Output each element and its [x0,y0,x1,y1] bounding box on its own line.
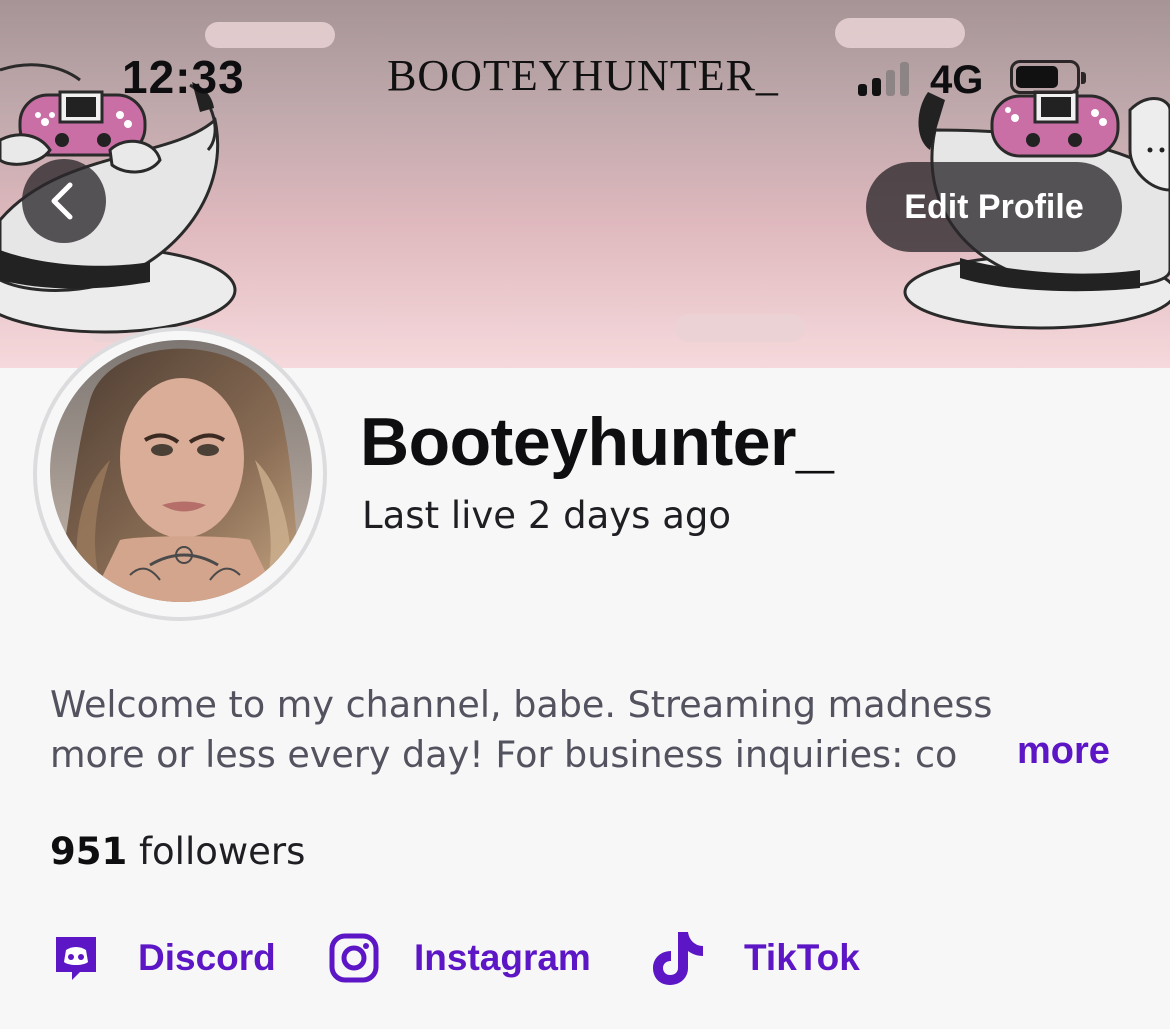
chevron-left-icon [51,182,73,220]
battery-icon [1010,60,1086,94]
social-link-discord[interactable]: Discord [50,928,276,988]
follower-count[interactable]: 951 followers [50,830,305,873]
bio-more-link[interactable]: more [1017,730,1110,773]
status-page-title: BOOTEYHUNTER_ [0,50,1170,101]
social-link-label: Instagram [414,937,591,978]
bio-line-2: more or less every day! For business inq… [50,733,958,776]
channel-display-name: Booteyhunter_ [360,404,834,480]
social-link-tiktok[interactable]: TikTok [650,928,860,988]
edit-profile-button[interactable]: Edit Profile [866,162,1122,252]
tiktok-icon [653,932,703,985]
instagram-icon [329,933,379,983]
discord-icon [56,937,96,980]
channel-banner: 12:33 BOOTEYHUNTER_ 4G Edit Profile [0,0,1170,368]
follower-count-number: 951 [50,830,128,873]
last-live-status: Last live 2 days ago [362,494,732,537]
avatar[interactable] [50,340,312,602]
bio-line-2-container: more or less every day! For business inq… [50,730,1130,780]
cellular-signal-icon [858,60,914,96]
avatar-photo [50,340,312,602]
follower-count-label: followers [139,830,306,873]
status-title-text: BOOTEYHUNTER_ [387,51,779,100]
back-button[interactable] [22,159,106,243]
channel-bio: Welcome to my channel, babe. Streaming m… [50,680,1130,780]
social-link-instagram[interactable]: Instagram [328,928,591,988]
social-link-label: TikTok [744,937,860,978]
social-link-label: Discord [138,937,276,978]
network-type: 4G [930,58,984,102]
bio-line-1: Welcome to my channel, babe. Streaming m… [50,683,993,726]
